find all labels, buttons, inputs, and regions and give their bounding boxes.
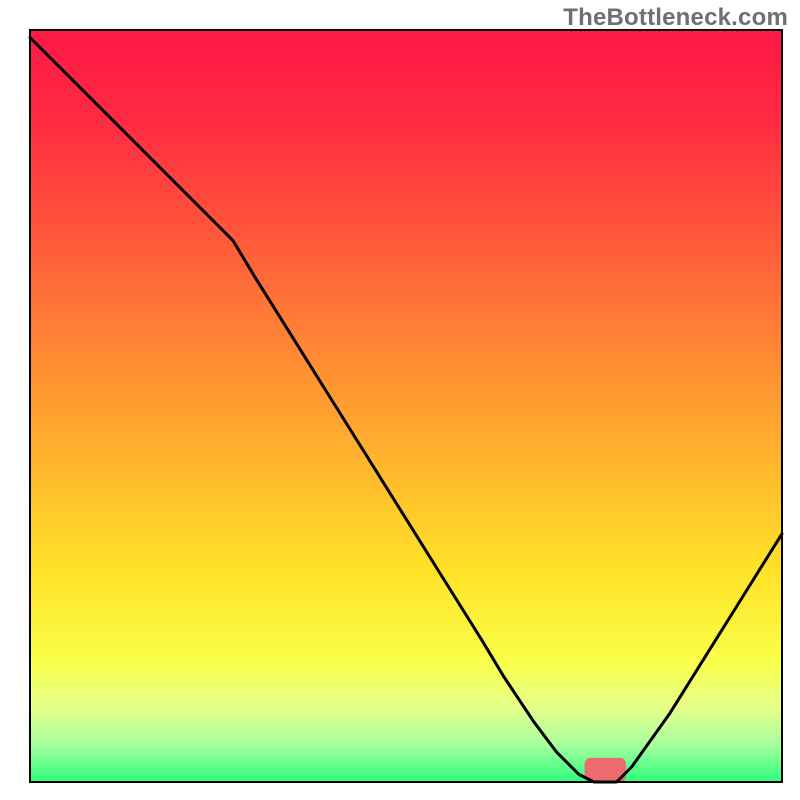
chart-container: TheBottleneck.com <box>0 0 800 800</box>
watermark-text: TheBottleneck.com <box>563 4 788 32</box>
bottleneck-chart <box>0 0 800 800</box>
plot-background <box>30 30 782 782</box>
